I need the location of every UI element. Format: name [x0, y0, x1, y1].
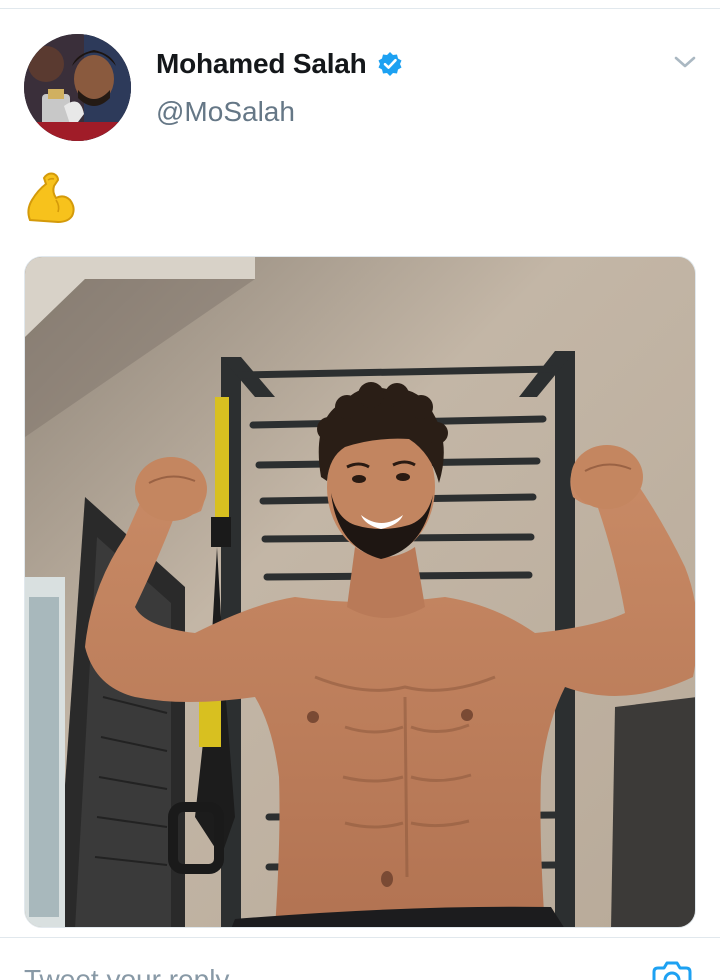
top-divider [0, 8, 720, 9]
reply-bar [0, 938, 720, 980]
author-avatar[interactable] [24, 34, 131, 141]
author-handle[interactable]: @MoSalah [156, 96, 295, 128]
author-name-row[interactable]: Mohamed Salah [156, 44, 403, 84]
verified-badge-icon [377, 51, 403, 77]
tweet-text: 💪 [24, 168, 80, 226]
chevron-down-icon[interactable] [672, 52, 698, 72]
tweet-detail-view: Mohamed Salah @MoSalah 💪 [0, 0, 720, 980]
reply-input[interactable] [24, 964, 524, 980]
camera-icon[interactable] [650, 960, 694, 980]
tweet-photo[interactable] [24, 256, 696, 928]
author-display-name[interactable]: Mohamed Salah [156, 48, 367, 80]
flexed-biceps-icon [27, 172, 75, 224]
